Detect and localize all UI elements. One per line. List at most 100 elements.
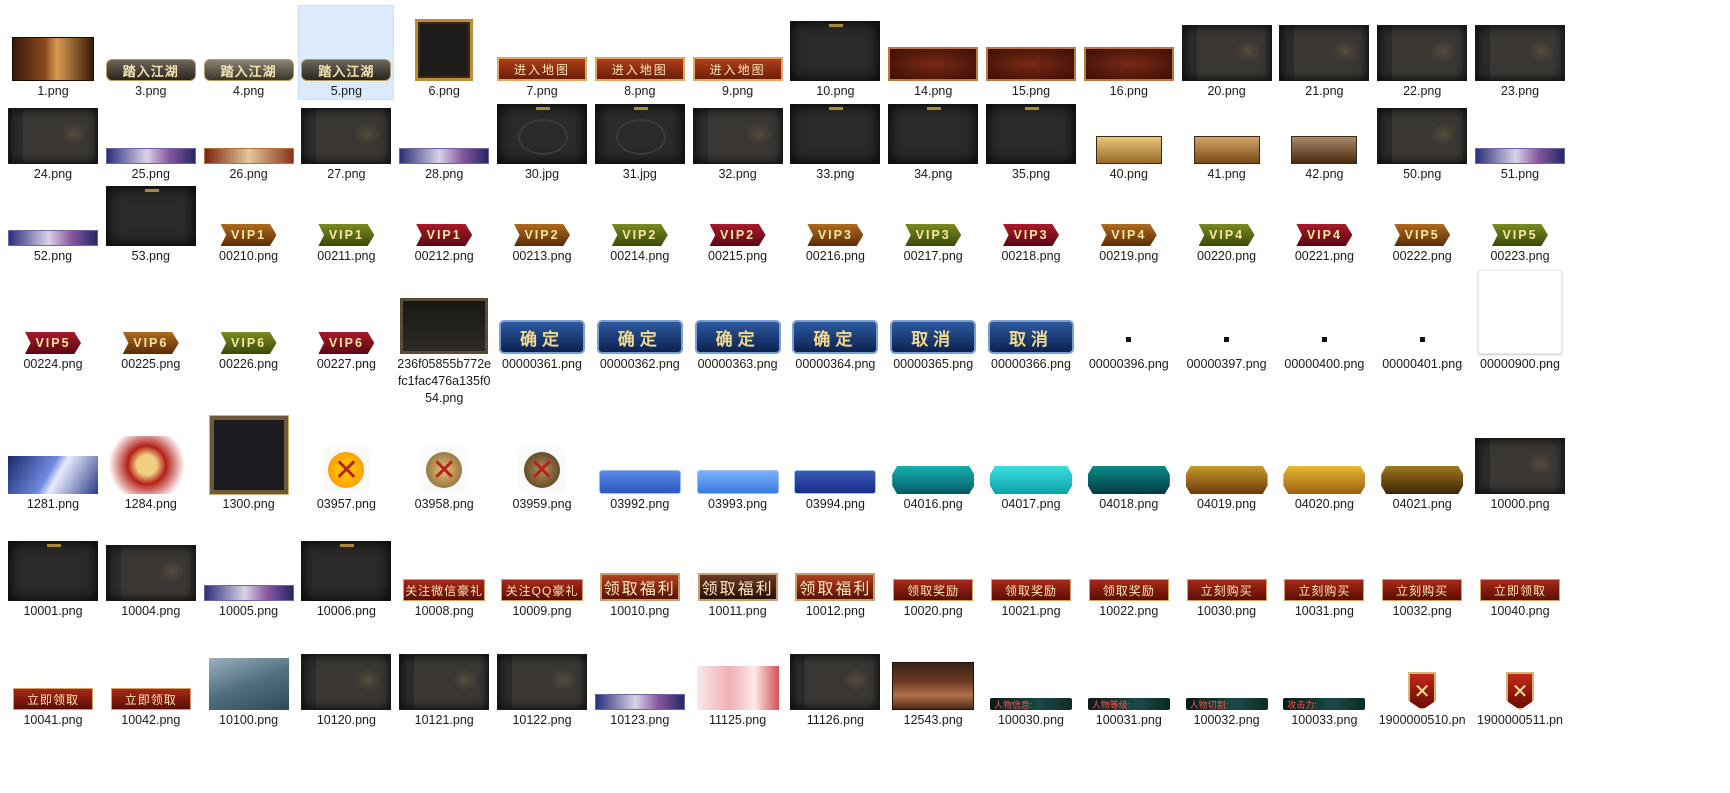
- file-item[interactable]: 00000401.png: [1374, 278, 1470, 373]
- file-thumbnail[interactable]: 取消: [983, 278, 1079, 354]
- file-item[interactable]: VIP1 00212.png: [396, 170, 492, 265]
- file-thumbnail[interactable]: [298, 525, 394, 601]
- file-thumbnail[interactable]: 确定: [494, 278, 590, 354]
- file-thumbnail[interactable]: [690, 88, 786, 164]
- file-thumbnail[interactable]: [983, 5, 1079, 81]
- file-item[interactable]: 03993.png: [690, 418, 786, 513]
- file-item[interactable]: VIP3 00216.png: [787, 170, 883, 265]
- file-item[interactable]: 确定 00000362.png: [592, 278, 688, 373]
- file-item[interactable]: 31.jpg: [592, 88, 688, 183]
- file-thumbnail[interactable]: [1179, 5, 1275, 81]
- file-item[interactable]: 进入地图 7.png: [494, 5, 590, 100]
- file-item[interactable]: 27.png: [298, 88, 394, 183]
- file-item[interactable]: 04018.png: [1081, 418, 1177, 513]
- file-thumbnail[interactable]: VIP4: [1081, 170, 1177, 246]
- file-thumbnail[interactable]: [1179, 418, 1275, 494]
- file-thumbnail[interactable]: [1374, 418, 1470, 494]
- file-item[interactable]: 11126.png: [787, 634, 883, 729]
- file-thumbnail[interactable]: 立刻购买: [1276, 525, 1372, 601]
- file-item[interactable]: 10004.png: [103, 525, 199, 620]
- file-item[interactable]: 04016.png: [885, 418, 981, 513]
- file-thumbnail[interactable]: [1081, 5, 1177, 81]
- file-thumbnail[interactable]: [396, 634, 492, 710]
- file-item[interactable]: 32.png: [690, 88, 786, 183]
- file-item[interactable]: 16.png: [1081, 5, 1177, 100]
- file-item[interactable]: 立即领取 10040.png: [1472, 525, 1568, 620]
- file-thumbnail[interactable]: 进入地图: [592, 5, 688, 81]
- file-thumbnail[interactable]: [787, 88, 883, 164]
- file-thumbnail[interactable]: VIP3: [885, 170, 981, 246]
- file-item[interactable]: 确定 00000363.png: [690, 278, 786, 373]
- file-item[interactable]: 10123.png: [592, 634, 688, 729]
- file-thumbnail[interactable]: 踏入江湖: [201, 5, 297, 81]
- file-thumbnail[interactable]: 人物信息:: [983, 634, 1079, 710]
- file-item[interactable]: 00000396.png: [1081, 278, 1177, 373]
- file-item[interactable]: VIP6 00225.png: [103, 278, 199, 373]
- file-item[interactable]: VIP2 00215.png: [690, 170, 786, 265]
- file-thumbnail[interactable]: [690, 418, 786, 494]
- file-thumbnail[interactable]: VIP2: [494, 170, 590, 246]
- file-thumbnail[interactable]: [1472, 5, 1568, 81]
- file-thumbnail[interactable]: [787, 5, 883, 81]
- file-thumbnail[interactable]: [1081, 418, 1177, 494]
- file-item[interactable]: 确定 00000361.png: [494, 278, 590, 373]
- file-item[interactable]: 50.png: [1374, 88, 1470, 183]
- file-item[interactable]: 确定 00000364.png: [787, 278, 883, 373]
- file-thumbnail[interactable]: [201, 415, 297, 495]
- file-thumbnail[interactable]: 关注微信豪礼: [396, 525, 492, 601]
- file-thumbnail[interactable]: VIP4: [1179, 170, 1275, 246]
- file-item[interactable]: VIP5 00223.png: [1472, 170, 1568, 265]
- file-thumbnail[interactable]: 确定: [690, 278, 786, 354]
- file-item[interactable]: 领取奖励 10021.png: [983, 525, 1079, 620]
- file-thumbnail[interactable]: [1276, 278, 1372, 354]
- file-item[interactable]: ✕ 03957.png: [298, 418, 394, 513]
- file-item[interactable]: 1.png: [5, 5, 101, 100]
- file-thumbnail[interactable]: [592, 88, 688, 164]
- file-item[interactable]: 踏入江湖 4.png: [201, 5, 297, 100]
- file-thumbnail[interactable]: VIP5: [5, 278, 101, 354]
- file-thumbnail[interactable]: [1276, 418, 1372, 494]
- file-thumbnail[interactable]: 攻击力:: [1276, 634, 1372, 710]
- file-item[interactable]: 40.png: [1081, 88, 1177, 183]
- file-item[interactable]: ✕ 1900000511.pn: [1472, 634, 1568, 729]
- file-thumbnail[interactable]: 人物等级:: [1081, 634, 1177, 710]
- file-thumbnail[interactable]: [103, 525, 199, 601]
- file-item[interactable]: VIP1 00210.png: [201, 170, 297, 265]
- file-thumbnail[interactable]: [1472, 88, 1568, 164]
- file-thumbnail[interactable]: [1374, 5, 1470, 81]
- file-thumbnail[interactable]: 领取奖励: [1081, 525, 1177, 601]
- file-thumbnail[interactable]: ✕: [298, 418, 394, 494]
- file-thumbnail[interactable]: [1374, 278, 1470, 354]
- file-thumbnail[interactable]: [1276, 5, 1372, 81]
- file-item[interactable]: 20.png: [1179, 5, 1275, 100]
- file-item[interactable]: 10006.png: [298, 525, 394, 620]
- file-thumbnail[interactable]: [494, 88, 590, 164]
- file-thumbnail[interactable]: 关注QQ豪礼: [494, 525, 590, 601]
- file-item[interactable]: 22.png: [1374, 5, 1470, 100]
- file-item[interactable]: VIP6 00226.png: [201, 278, 297, 373]
- file-thumbnail[interactable]: [1179, 278, 1275, 354]
- file-thumbnail[interactable]: 立刻购买: [1374, 525, 1470, 601]
- file-thumbnail[interactable]: [5, 5, 101, 81]
- file-item[interactable]: 取消 00000366.png: [983, 278, 1079, 373]
- file-item[interactable]: 1284.png: [103, 418, 199, 513]
- file-item[interactable]: 立即领取 10041.png: [5, 634, 101, 729]
- file-item[interactable]: 00000400.png: [1276, 278, 1372, 373]
- file-thumbnail[interactable]: VIP2: [690, 170, 786, 246]
- file-thumbnail[interactable]: 立即领取: [5, 634, 101, 710]
- file-thumbnail[interactable]: 领取福利: [592, 525, 688, 601]
- file-item[interactable]: 25.png: [103, 88, 199, 183]
- file-thumbnail[interactable]: VIP2: [592, 170, 688, 246]
- file-item[interactable]: 03994.png: [787, 418, 883, 513]
- file-thumbnail[interactable]: 进入地图: [690, 5, 786, 81]
- file-thumbnail[interactable]: VIP1: [396, 170, 492, 246]
- file-thumbnail[interactable]: ✕: [396, 418, 492, 494]
- file-thumbnail[interactable]: 踏入江湖: [298, 5, 394, 81]
- file-item[interactable]: 03992.png: [592, 418, 688, 513]
- file-item[interactable]: VIP5 00222.png: [1374, 170, 1470, 265]
- file-item[interactable]: 04017.png: [983, 418, 1079, 513]
- file-thumbnail[interactable]: VIP4: [1276, 170, 1372, 246]
- file-item[interactable]: 33.png: [787, 88, 883, 183]
- file-thumbnail[interactable]: [885, 5, 981, 81]
- file-item[interactable]: VIP4 00221.png: [1276, 170, 1372, 265]
